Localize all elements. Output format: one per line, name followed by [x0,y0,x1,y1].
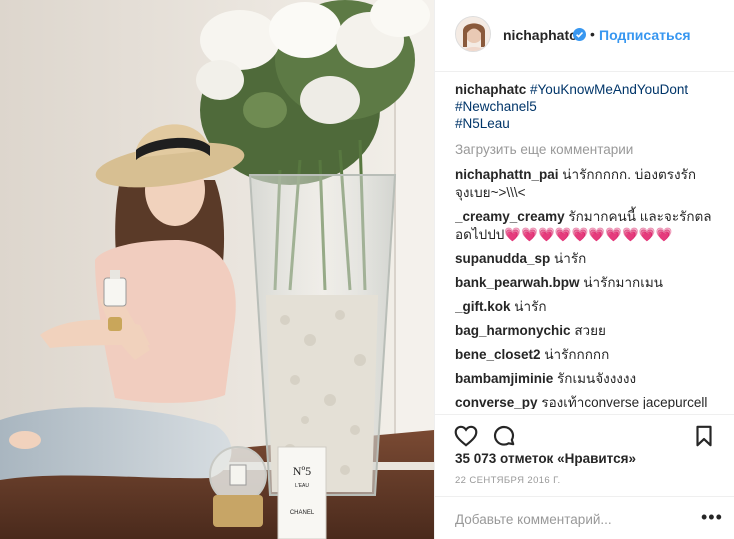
comment-username[interactable]: _gift.kok [455,299,511,314]
add-comment-input[interactable] [455,509,695,529]
svg-text:CHANEL: CHANEL [290,510,315,516]
comment-username[interactable]: bag_harmonychic [455,323,571,338]
hashtag-link[interactable]: #N5Leau [455,116,510,131]
likes-count[interactable]: 35 073 отметок «Нравится» [455,451,636,466]
comment-text: น่ารัก [554,251,587,266]
post-photo-illustration: Nº5 L'EAU CHANEL [0,0,434,539]
comment-item: nichaphattn_pai น่ารักกกกก. บ่องตรงรักจุ… [455,166,725,202]
bookmark-icon[interactable] [691,423,717,449]
avatar[interactable] [455,16,491,52]
chanel-box: Nº5 L'EAU CHANEL [277,446,327,539]
comment-bubble-icon[interactable] [491,423,517,449]
comment-text: สวยย [574,323,606,338]
comment-item: bag_harmonychic สวยย [455,322,725,340]
comment-username[interactable]: bambamjiminie [455,371,553,386]
load-more-comments-button[interactable]: Загрузить еще комментарии [455,141,725,158]
post-caption: nichaphatc #YouKnowMeAndYouDont #Newchan… [455,81,725,132]
comment-username[interactable]: bank_pearwah.bpw [455,275,580,290]
comment-item: converse_py รองเท้าconverse jacepurcell … [455,394,725,409]
comment-username[interactable]: nichaphattn_pai [455,167,559,182]
comment-username[interactable]: _creamy_creamy [455,209,565,224]
post-date[interactable]: 22 СЕНТЯБРЯ 2016 Г. [455,475,561,486]
svg-text:Nº5: Nº5 [293,464,311,478]
add-comment-bar: ••• [435,496,734,539]
comment-username[interactable]: bene_closet2 [455,347,541,362]
avatar-image [456,17,490,51]
post-side-panel: nichaphatc • Подписаться nichaphatc #You… [434,0,734,539]
comment-text: รักเมนจังงงงง [557,371,637,386]
hashtag-link[interactable]: #YouKnowMeAndYouDont [530,82,688,97]
comment-text: น่ารัก [514,299,547,314]
comment-item: bambamjiminie รักเมนจังงงงง [455,370,725,388]
follow-button[interactable]: Подписаться [599,27,691,43]
hashtag-link[interactable]: #Newchanel5 [455,99,537,114]
post-photo[interactable]: Nº5 L'EAU CHANEL [0,0,434,539]
post-actions [435,414,734,454]
comment-text: น่ารักมากเมน [583,275,663,290]
header-separator-dot: • [590,26,595,42]
comment-item: _creamy_creamy รักมากคนนี้ และจะรักตลอดไ… [455,208,725,244]
comment-item: supanudda_sp น่ารัก [455,250,725,268]
comment-username[interactable]: supanudda_sp [455,251,550,266]
comment-text: น่ารักกกกก [544,347,610,362]
comment-item: bene_closet2 น่ารักกกกก [455,346,725,364]
instagram-post: Nº5 L'EAU CHANEL nichaphatc • Подписатьс… [0,0,734,539]
header-username[interactable]: nichaphatc [503,27,577,43]
comments-list: nichaphatc #YouKnowMeAndYouDont #Newchan… [455,81,725,409]
comment-item: _gift.kok น่ารัก [455,298,725,316]
comment-username[interactable]: converse_py [455,395,538,409]
post-header: nichaphatc • Подписаться [435,0,734,72]
snow-globe [209,446,267,527]
ellipsis-icon[interactable]: ••• [701,507,723,528]
caption-username[interactable]: nichaphatc [455,82,526,97]
svg-text:L'EAU: L'EAU [295,483,309,489]
comment-item: bank_pearwah.bpw น่ารักมากเมน [455,274,725,292]
verified-badge-icon [573,28,586,41]
heart-icon[interactable] [453,423,479,449]
